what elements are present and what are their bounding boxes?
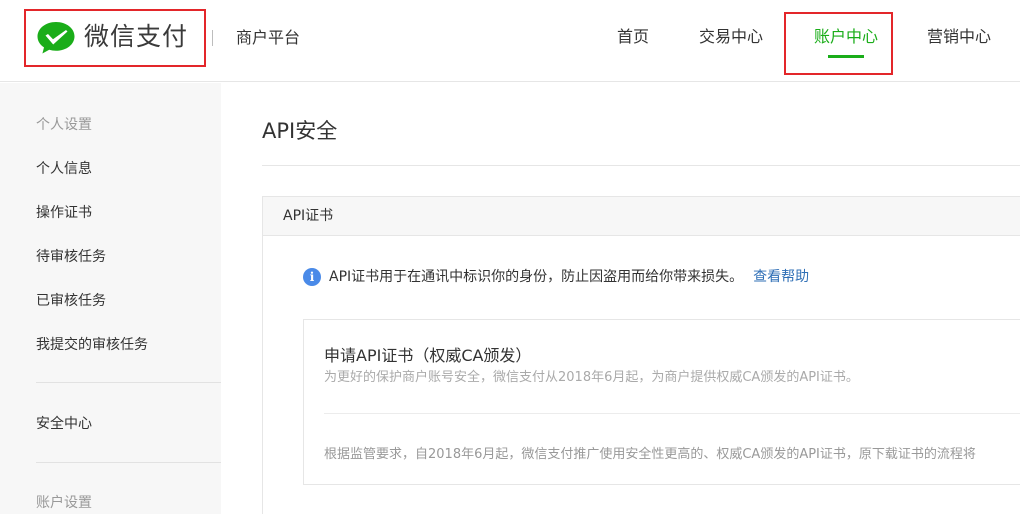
wechat-pay-logo-icon (37, 22, 75, 54)
info-text: API证书用于在通讯中标识你的身份，防止因盗用而给你带来损失。 (329, 269, 744, 285)
sidebar-item-security[interactable]: 安全中心 (36, 415, 92, 433)
nav-home[interactable]: 首页 (617, 27, 649, 47)
help-link[interactable]: 查看帮助 (753, 269, 809, 285)
card-body-text: 根据监管要求，自2018年6月起，微信支付推广使用安全性更高的、权威CA颁发的A… (324, 447, 976, 462)
api-cert-panel: API证书 i API证书用于在通讯中标识你的身份，防止因盗用而给你带来损失。查… (262, 196, 1020, 514)
apply-cert-card: 申请API证书（权威CA颁发） 为更好的保护商户账号安全，微信支付从2018年6… (303, 319, 1020, 485)
top-header: 微信支付 商户平台 首页 交易中心 账户中心 营销中心 (0, 0, 1020, 82)
card-subtitle: 为更好的保护商户账号安全，微信支付从2018年6月起，为商户提供权威CA颁发的A… (324, 370, 859, 385)
card-title: 申请API证书（权威CA颁发） (324, 346, 532, 365)
logo[interactable]: 微信支付 (24, 9, 206, 67)
sidebar-item-personal-info[interactable]: 个人信息 (36, 160, 92, 178)
sidebar-item-operation-cert[interactable]: 操作证书 (36, 204, 92, 222)
panel-title: API证书 (283, 208, 334, 224)
info-icon: i (303, 268, 321, 286)
logo-text: 微信支付 (84, 22, 189, 51)
sidebar-item-my-submitted-tasks[interactable]: 我提交的审核任务 (36, 336, 148, 354)
sidebar-item-reviewed-tasks[interactable]: 已审核任务 (36, 292, 106, 310)
platform-title: 商户平台 (236, 28, 301, 47)
nav-account[interactable]: 账户中心 (814, 27, 878, 47)
page-title: API安全 (262, 119, 338, 143)
nav-transactions[interactable]: 交易中心 (699, 27, 763, 47)
sidebar-divider (36, 462, 221, 463)
sidebar-item-pending-tasks[interactable]: 待审核任务 (36, 248, 106, 266)
sidebar-group-personal: 个人设置 (36, 117, 92, 133)
nav-marketing[interactable]: 营销中心 (927, 27, 991, 47)
sidebar-divider (36, 382, 221, 383)
nav-active-indicator (828, 55, 864, 58)
title-divider (262, 165, 1020, 166)
header-divider (212, 30, 213, 46)
info-message: API证书用于在通讯中标识你的身份，防止因盗用而给你带来损失。 查看帮助 (329, 268, 809, 286)
sidebar: 个人设置 个人信息 操作证书 待审核任务 已审核任务 我提交的审核任务 安全中心… (0, 83, 221, 514)
panel-header: API证书 (263, 197, 1020, 236)
sidebar-group-account: 账户设置 (36, 495, 92, 511)
card-divider (324, 413, 1020, 414)
